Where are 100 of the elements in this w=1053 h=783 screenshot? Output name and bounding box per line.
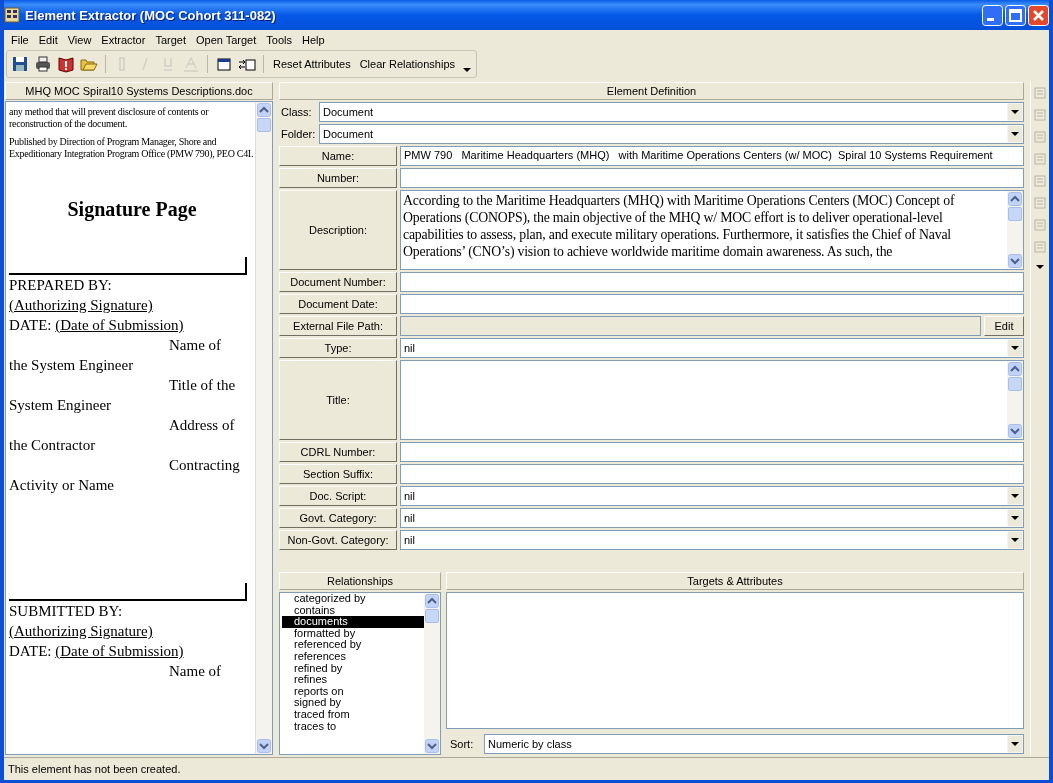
scroll-down-icon[interactable] [1008,424,1022,438]
save-icon[interactable] [11,55,29,73]
scroll-down-icon[interactable] [257,739,271,753]
list-item[interactable]: documents [282,616,424,628]
dropdown-arrow-icon[interactable] [1007,103,1023,121]
dropdown-arrow-icon[interactable] [1007,487,1023,505]
field-label-button[interactable]: Name: [279,146,397,166]
list-item[interactable]: categorized by [282,593,424,605]
section-header: Targets & Attributes [446,572,1024,590]
document-heading: Signature Page [66,198,198,221]
field-label-button[interactable]: Doc. Script: [279,486,397,506]
text-field[interactable] [400,464,1024,484]
toolbar-button[interactable]: Reset Attributes [271,58,353,70]
menu-item[interactable]: Open Target [190,34,262,46]
menu-item[interactable]: View [62,34,97,46]
document-header: MHQ MOC Spiral10 Systems Descriptions.doc [5,82,273,100]
close-icon[interactable] [1028,4,1049,26]
field-label-button[interactable]: Section Suffix: [279,464,397,484]
menu-item[interactable]: Help [297,34,330,46]
dropdown-field[interactable]: nil [400,508,1024,528]
field-label-button[interactable]: CDRL Number: [279,442,397,462]
maximize-icon[interactable] [1005,4,1026,26]
menu-item[interactable]: Tools [261,34,297,46]
document-text: Activity or Name [9,476,115,495]
document-text: DATE: [9,643,52,659]
dropdown-field[interactable]: nil [400,338,1024,358]
document-text: SUBMITTED BY: [9,602,124,621]
scrollbar[interactable] [1007,191,1023,269]
document-text: the System Engineer [9,356,135,375]
list-item[interactable]: reports on [282,685,424,698]
menu-item[interactable]: File [6,34,34,46]
menu-item[interactable]: Extractor [96,34,151,46]
scrollbar[interactable] [1007,361,1023,439]
menu-item[interactable]: Edit [33,34,63,46]
printer-icon[interactable] [34,55,52,73]
document-text: any method that will prevent disclosure of contents or reconstruction of the document. [9,106,210,130]
field-label-button[interactable]: Type: [279,338,397,358]
list-item[interactable]: contains [282,604,424,617]
field-label-button[interactable]: Govt. Category: [279,508,397,528]
dropdown-field[interactable]: Document [319,102,1024,122]
scroll-down-icon[interactable] [1008,254,1022,268]
app-icon [4,7,20,23]
text-area[interactable]: According to the Maritime Headquarters (MHQ) with Maritime Operations Centers (MOC) Concept of Operations (CONOPS), the main objective of the MHQ w/ MOC effort is to deliver operational-level capabilities to assess, plan, and execute military operations. Furthermore, it satisfies the Chief of Naval Operations’ (CNO’s) vision to achieve worldwide maritime domain awareness. As such, the [400,190,1024,270]
toolbar-button[interactable]: Clear Relationships [357,58,458,70]
dropdown-field[interactable]: Numeric by class [484,734,1024,754]
scroll-thumb[interactable] [1008,377,1022,391]
text-field[interactable] [400,294,1024,314]
window-title: Element Extractor (MOC Cohort 311-082) [25,7,276,23]
dropdown-arrow-icon[interactable] [1007,125,1023,143]
document-text: (Date of Submission) [55,643,184,659]
list-item[interactable]: traced from [282,708,424,721]
field-label: Class: [280,106,313,118]
section-header: Element Definition [279,82,1024,100]
toolbar-overflow-icon[interactable] [1035,262,1045,272]
document-text: (Authorizing Signature) [9,297,153,313]
scroll-down-icon[interactable] [425,739,439,753]
book-icon[interactable] [57,55,75,73]
list-item[interactable]: referenced by [282,639,424,651]
text-field[interactable] [400,168,1024,188]
list-item[interactable]: references [282,650,424,663]
scroll-up-icon[interactable] [257,103,271,117]
list-item[interactable]: refines [282,674,424,686]
scroll-up-icon[interactable] [1008,192,1022,206]
dropdown-field[interactable]: nil [400,530,1024,550]
dropdown-arrow-icon[interactable] [1007,509,1023,527]
text-field[interactable] [400,272,1024,292]
text-field[interactable]: PMW 790 Maritime Headquarters (MHQ) with Maritime Operations Centers (w/ MOC) Spiral 10 Systems Requirement [400,146,1024,166]
document-text: Contracting [168,456,241,475]
list-item[interactable]: signed by [282,697,424,709]
document-text: Name of [168,662,223,681]
dropdown-arrow-icon[interactable] [1007,339,1023,357]
scroll-thumb[interactable] [1008,207,1022,221]
scroll-thumb[interactable] [425,609,439,623]
scroll-up-icon[interactable] [425,594,439,608]
list-item[interactable]: traces to [282,720,424,733]
field-label-button[interactable]: Description: [279,190,397,270]
dropdown-field[interactable]: nil [400,486,1024,506]
menu-item[interactable]: Target [150,34,191,46]
scroll-up-icon[interactable] [1008,362,1022,376]
dropdown-arrow-icon[interactable] [1007,735,1023,753]
document-text: (Date of Submission) [55,317,184,333]
field-label-button[interactable]: Document Date: [279,294,397,314]
edit-button[interactable]: Edit [984,316,1024,336]
list-item[interactable]: refined by [282,662,424,675]
minimize-icon[interactable] [982,4,1003,26]
dropdown-field[interactable]: Document [319,124,1024,144]
list-item[interactable]: formatted by [282,627,424,640]
field-label-button[interactable]: External File Path: [279,316,397,336]
field-label-button[interactable]: Title: [279,360,397,440]
file-path-field[interactable] [400,316,981,336]
field-label-button[interactable]: Document Number: [279,272,397,292]
scroll-thumb[interactable] [257,118,271,132]
scrollbar[interactable] [256,102,272,754]
scrollbar[interactable] [424,593,440,754]
window-icon[interactable] [215,55,233,73]
text-field[interactable] [400,442,1024,462]
document-text: Name of [168,336,223,355]
field-label-button[interactable]: Non-Govt. Category: [279,530,397,550]
field-label-button[interactable]: Number: [279,168,397,188]
dropdown-arrow-icon[interactable] [1007,531,1023,549]
